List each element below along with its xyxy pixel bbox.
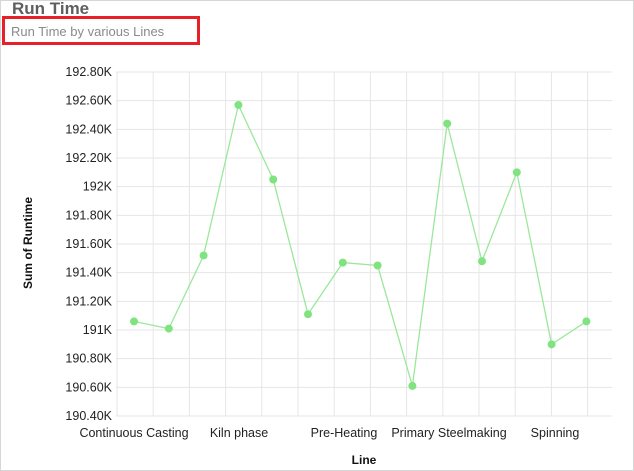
y-axis-ticks: 190.40K 190.60K 190.80K 191K 191.20K 191.40K 1…	[65, 65, 112, 423]
y-tick-label: 190.80K	[65, 352, 112, 366]
y-tick-label: 192.60K	[65, 94, 112, 108]
data-point[interactable]	[130, 317, 138, 326]
line-chart: 190.40K 190.60K 190.80K 191K 191.20K 191.40K 1…	[21, 65, 612, 467]
data-point[interactable]	[338, 258, 347, 267]
x-tick-label: Spinning	[531, 426, 580, 440]
series-markers	[130, 100, 591, 390]
data-point[interactable]	[199, 251, 208, 260]
data-point[interactable]	[547, 340, 556, 349]
y-tick-label: 192.20K	[65, 151, 112, 165]
data-point[interactable]	[512, 168, 521, 177]
y-tick-label: 191.40K	[65, 266, 112, 280]
data-point[interactable]	[164, 324, 173, 333]
y-tick-label: 190.40K	[65, 409, 112, 423]
x-tick-label: Pre-Heating	[311, 426, 378, 440]
y-tick-label: 191.60K	[65, 237, 112, 251]
data-point[interactable]	[373, 261, 382, 270]
y-axis-label: Sum of Runtime	[21, 197, 35, 289]
data-point[interactable]	[304, 310, 312, 319]
y-tick-label: 192K	[83, 180, 113, 194]
x-axis-label: Line	[352, 453, 377, 467]
x-tick-label: Primary Steelmaking	[391, 426, 506, 440]
y-tick-label: 192.40K	[65, 122, 112, 136]
y-tick-label: 191.20K	[65, 294, 112, 308]
series-line	[133, 103, 587, 387]
y-tick-label: 191.80K	[65, 208, 112, 222]
data-point[interactable]	[234, 100, 243, 109]
data-point[interactable]	[443, 119, 452, 128]
x-tick-label: Kiln phase	[210, 426, 268, 440]
data-point[interactable]	[478, 257, 486, 266]
x-tick-label: Continuous Casting	[79, 426, 188, 440]
y-tick-label: 192.80K	[65, 65, 112, 79]
data-point[interactable]	[408, 381, 417, 390]
y-tick-label: 190.60K	[65, 380, 112, 394]
y-tick-label: 191K	[83, 323, 113, 337]
x-axis-ticks: Continuous Casting Kiln phase Pre-Heating P…	[79, 426, 579, 440]
data-point[interactable]	[269, 175, 278, 184]
gridlines	[116, 71, 612, 417]
data-point[interactable]	[582, 317, 591, 326]
